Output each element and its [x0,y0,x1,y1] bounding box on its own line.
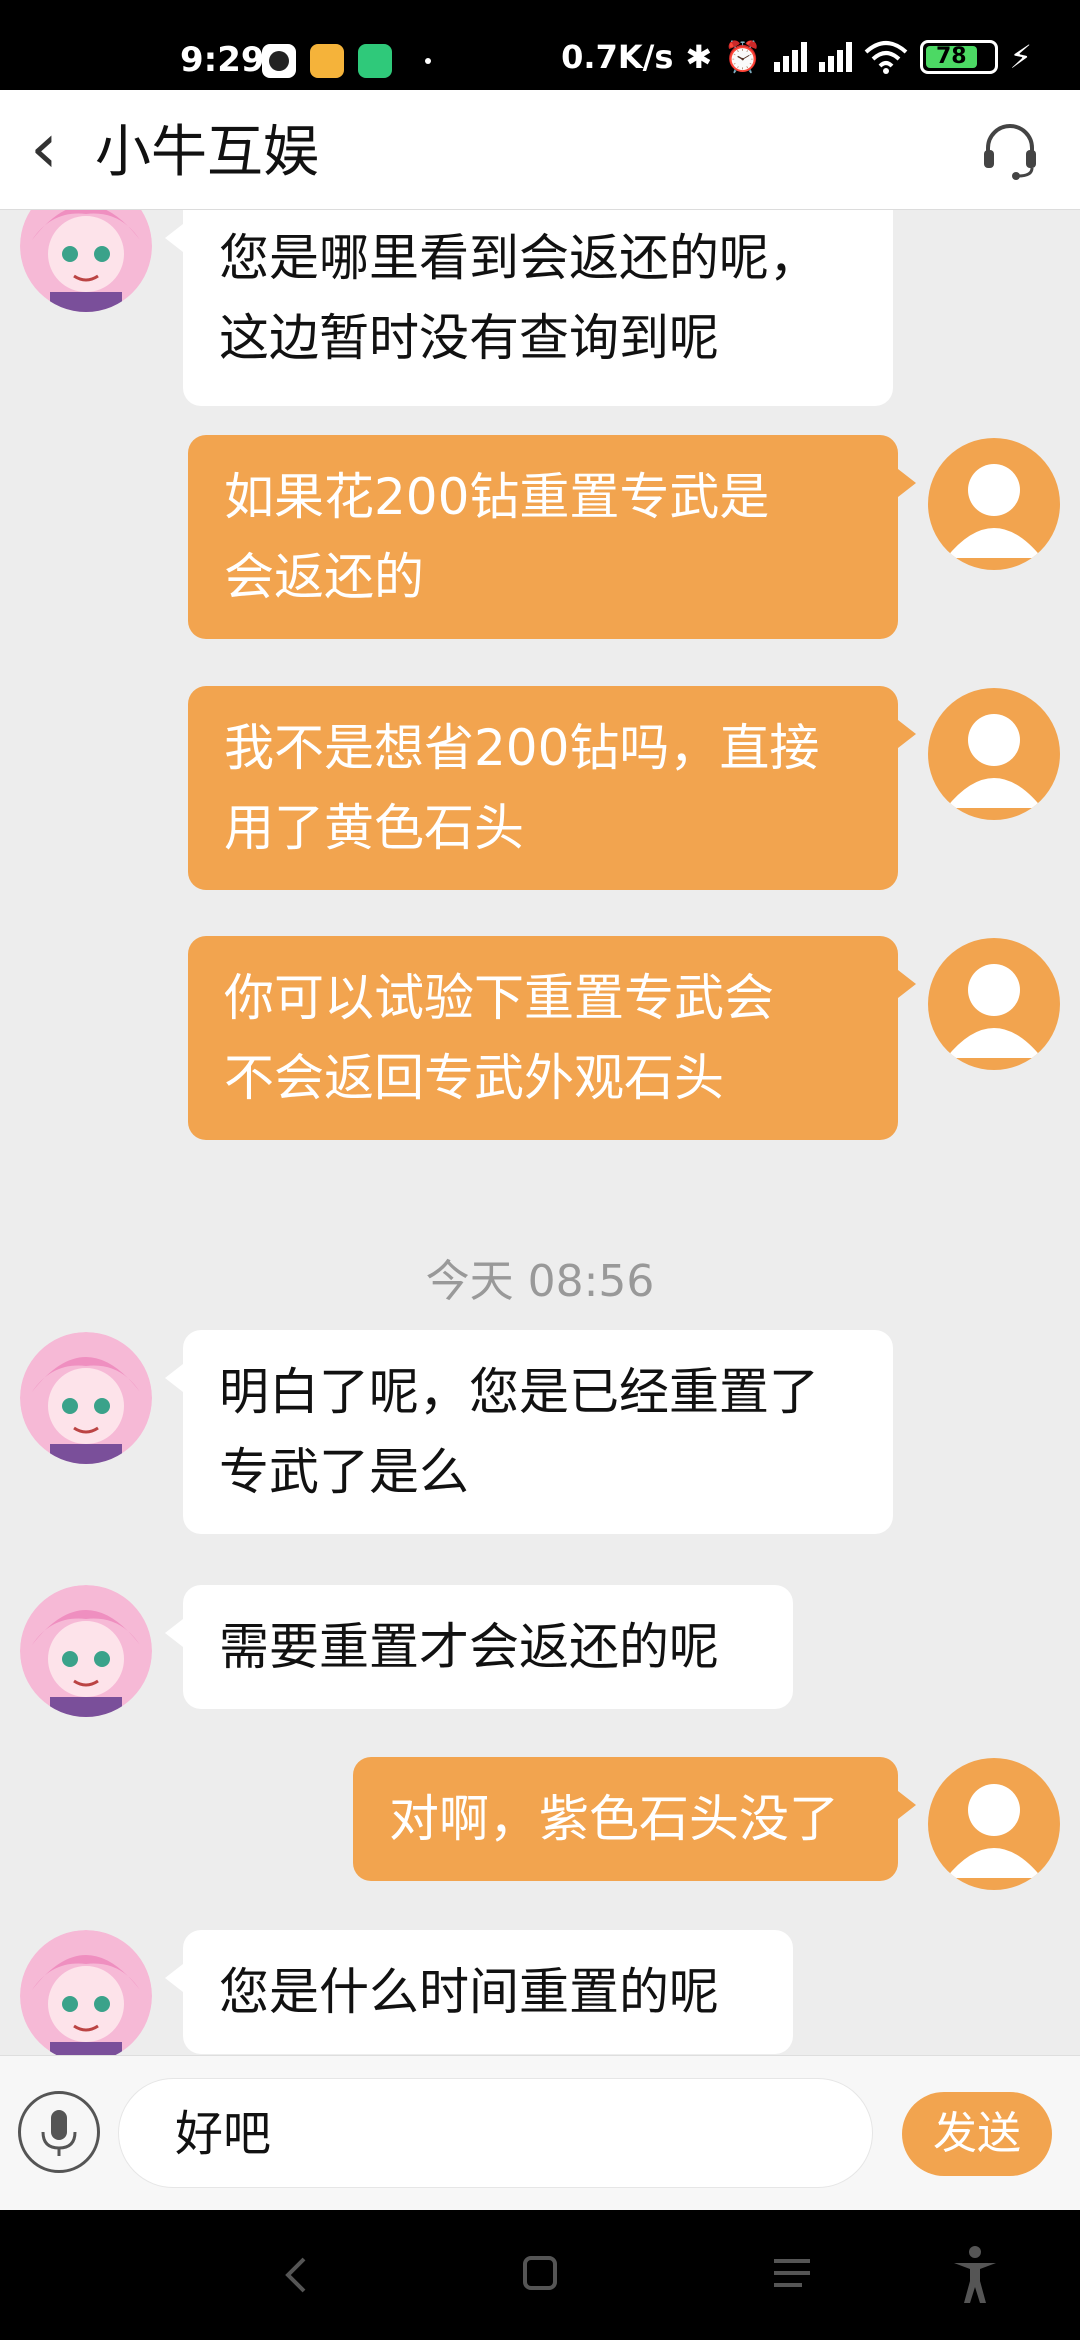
message-line: 你可以试验下重置专武会 [224,969,774,1027]
page-title: 小牛互娱 [95,120,319,185]
battery-level: 78 [925,46,977,68]
home-nav-icon[interactable] [522,2255,558,2291]
message-line: 这边暂时没有查询到呢 [219,309,719,367]
battery-icon: 78 [919,40,998,74]
recents-nav-icon[interactable] [772,2255,812,2291]
message-line: 用了黄色石头 [224,799,524,857]
message-line: 您是哪里看到会返还的呢， [219,229,819,287]
message-line: 如果花200钻重置专武是 [224,468,770,526]
message-bubble[interactable]: 如果花200钻重置专武是 会返还的 [188,435,916,639]
user-avatar [928,938,1060,1070]
agent-avatar [20,1930,152,2055]
message-line: 明白了呢，您是已经重置了 [219,1363,819,1421]
status-time: 9:29 [180,40,265,80]
message-bubble[interactable]: 你可以试验下重置专武会 不会返回专武外观石头 [188,936,916,1140]
notes-app-icon [310,44,344,78]
message-bubble[interactable]: 您是什么时间重置的呢 [165,1930,793,2054]
headset-icon[interactable] [978,118,1042,182]
bluetooth-icon: ✱ [685,38,713,76]
wifi-icon [864,41,907,74]
status-dot [425,58,431,64]
camera-app-icon [262,44,296,78]
message-bubble[interactable]: 对啊，紫色石头没了 [353,1757,916,1881]
security-app-icon [358,44,392,78]
network-speed: 0.7K/s [561,38,674,76]
message-bubble[interactable]: 明白了呢，您是已经重置了 专武了是么 [165,1330,893,1534]
message-line: 对啊，紫色石头没了 [389,1790,839,1848]
user-avatar [928,1758,1060,1890]
user-avatar [928,438,1060,570]
chat-list[interactable]: 您是哪里看到会返还的呢， 这边暂时没有查询到呢 如果花200钻重置专武是 会返还… [0,210,1080,2055]
alarm-icon: ⏰ [724,39,762,75]
message-timestamp: 今天 08:56 [425,1256,655,1307]
message-line: 不会返回专武外观石头 [224,1049,724,1107]
chat-header: ‹ 小牛互娱 [0,90,1080,210]
message-line: 您是什么时间重置的呢 [219,1963,719,2021]
signal-icon [818,42,852,72]
send-button[interactable]: 发送 [902,2092,1052,2176]
status-bar: 9:29 0.7K/s ✱ ⏰ 78 ⚡ [0,0,1080,90]
agent-avatar [20,1585,152,1717]
charging-icon: ⚡ [1009,38,1032,76]
user-avatar [928,688,1060,820]
back-nav-icon[interactable] [280,2255,310,2295]
message-line: 专武了是么 [219,1443,469,1501]
agent-avatar [20,1332,152,1464]
accessibility-icon[interactable] [950,2245,1000,2305]
message-bubble[interactable]: 我不是想省200钻吗，直接 用了黄色石头 [188,686,916,890]
system-nav-bar [0,2210,1080,2340]
message-line: 需要重置才会返还的呢 [219,1618,719,1676]
input-bar: 好吧 发送 [0,2055,1080,2210]
back-button[interactable]: ‹ [30,108,58,188]
signal-icon [773,42,807,72]
message-bubble[interactable]: 需要重置才会返还的呢 [165,1585,793,1709]
message-input[interactable]: 好吧 [118,2078,873,2188]
message-line: 我不是想省200钻吗，直接 [224,719,820,777]
message-bubble[interactable]: 您是哪里看到会返还的呢， 这边暂时没有查询到呢 [165,210,893,406]
agent-avatar [20,210,152,312]
microphone-icon[interactable] [18,2091,100,2173]
message-line: 会返还的 [224,548,424,606]
